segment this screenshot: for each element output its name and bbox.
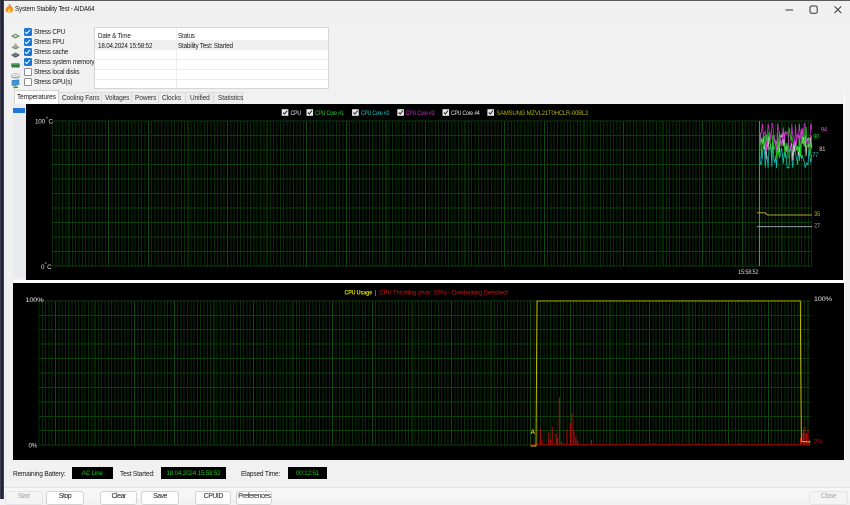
svg-text:94: 94	[821, 126, 828, 133]
svg-text:100%: 100%	[25, 297, 44, 304]
svg-text:CPU Throttling (max: 33%) - Ov: CPU Throttling (max: 33%) - Overheating …	[379, 289, 508, 296]
svg-text:2%: 2%	[813, 438, 822, 445]
svg-text:35: 35	[814, 210, 821, 217]
svg-text:15:58:52: 15:58:52	[738, 269, 759, 276]
svg-text:C: C	[47, 263, 52, 270]
svg-text:27: 27	[814, 222, 821, 229]
svg-text:0%: 0%	[28, 442, 37, 449]
svg-text:SAMSUNG MZVL21T0HCLR-00BL2: SAMSUNG MZVL21T0HCLR-00BL2	[496, 109, 589, 116]
svg-text:CPU: CPU	[291, 109, 302, 116]
svg-text:81: 81	[819, 145, 826, 152]
svg-text:100: 100	[35, 118, 46, 125]
svg-text:A: A	[530, 429, 535, 436]
svg-text:100%: 100%	[813, 295, 832, 302]
svg-text:CPU Core #1: CPU Core #1	[315, 109, 344, 116]
svg-text:90: 90	[813, 133, 820, 140]
svg-text:CPU Core #4: CPU Core #4	[451, 109, 480, 116]
svg-text:C: C	[49, 118, 54, 125]
svg-text:CPU Usage: CPU Usage	[344, 289, 372, 296]
svg-text:CPU Core #2: CPU Core #2	[361, 109, 390, 116]
svg-text:77: 77	[812, 152, 819, 159]
svg-text:CPU Core #3: CPU Core #3	[406, 109, 435, 116]
